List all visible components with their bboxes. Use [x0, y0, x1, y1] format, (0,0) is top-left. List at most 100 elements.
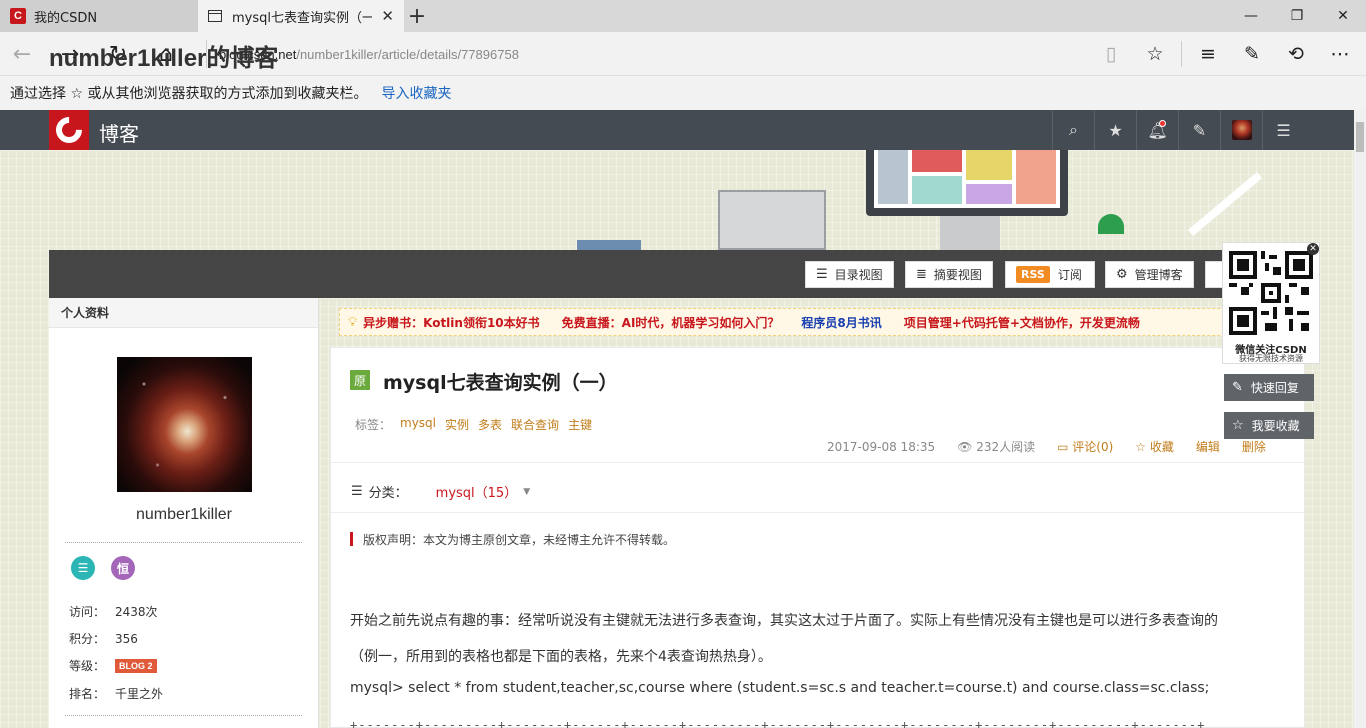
- notice-link[interactable]: 程序员8月书讯: [801, 314, 881, 331]
- expert-badge-icon[interactable]: ☰: [71, 556, 95, 580]
- sidebar-heading: 个人资料: [49, 298, 318, 328]
- url-path: /number1killer/article/details/77896758: [296, 46, 519, 62]
- tag-link[interactable]: mysql: [400, 416, 436, 433]
- csdn-nav-icons: ⌕ ★ 🔔︎ ✎ ☰: [1052, 110, 1304, 150]
- article-paragraph: 开始之前先说点有趣的事：经常听说没有主键就无法进行多表查询，其实这太过于片面了。…: [350, 613, 1218, 629]
- illustration-plant: [1098, 214, 1124, 234]
- window-controls: — ❐ ✕: [1228, 0, 1366, 32]
- notification-dot: [1159, 120, 1166, 127]
- chevron-down-icon[interactable]: ▼: [523, 487, 530, 497]
- profile-avatar[interactable]: [117, 357, 252, 492]
- edit-link[interactable]: 编辑: [1196, 438, 1220, 455]
- browser-tools: ▯ ☆ ≡ ✎ ⟲ ⋯: [1089, 38, 1362, 70]
- blog-toolbar: ☰ 目录视图 ≣ 摘要视图 RSS 订阅 ⚙ 管理博客: [49, 250, 1305, 298]
- more-icon[interactable]: ⋯: [1318, 38, 1362, 70]
- wechat-qr-box: ✕ 微信关注CSDN 获得无限技术资源: [1222, 242, 1320, 364]
- article-title[interactable]: mysql七表查询实例（一）: [383, 368, 618, 395]
- reading-view-icon[interactable]: ▯: [1089, 38, 1133, 70]
- write-icon[interactable]: ✎: [1178, 110, 1220, 150]
- category-label: 分类：: [368, 486, 408, 501]
- back-icon[interactable]: ←: [2, 38, 42, 70]
- tag-link[interactable]: 实例: [445, 416, 469, 433]
- stat-rank: 排名： 千里之外: [69, 687, 164, 701]
- star-icon[interactable]: ★: [1094, 110, 1136, 150]
- notice-link[interactable]: 免费直播：AI时代，机器学习如何入门？: [562, 314, 780, 331]
- article-tags: 标签： mysql 实例 多表 联合查询 主键: [355, 416, 592, 433]
- csdn-logo[interactable]: [49, 110, 89, 150]
- scroll-thumb[interactable]: [1356, 122, 1364, 152]
- web-note-icon[interactable]: ✎: [1230, 38, 1274, 70]
- button-label: 摘要视图: [933, 268, 982, 282]
- stat-level: 等级： BLOG 2: [69, 657, 157, 674]
- notice-link[interactable]: 异步赠书：Kotlin领衔10本好书: [363, 314, 540, 331]
- menu-icon[interactable]: ☰: [1262, 110, 1304, 150]
- button-label: 目录视图: [834, 268, 883, 282]
- illustration-shelf: [577, 240, 641, 250]
- persistence-badge-icon[interactable]: 恒: [111, 556, 135, 580]
- divider: [331, 512, 1304, 513]
- tab-my-csdn[interactable]: C 我的CSDN: [0, 0, 198, 32]
- button-label: 我要收藏: [1251, 419, 1300, 433]
- minimize-icon[interactable]: —: [1228, 0, 1274, 32]
- quick-reply-button[interactable]: ✎ 快速回复: [1224, 374, 1314, 401]
- delete-link[interactable]: 删除: [1242, 438, 1266, 455]
- csdn-brand[interactable]: 博客: [99, 118, 139, 147]
- user-avatar[interactable]: [1220, 110, 1262, 150]
- close-icon[interactable]: ✕: [1307, 243, 1319, 255]
- collect-button[interactable]: ☆ 我要收藏: [1224, 412, 1314, 439]
- post-date: 2017-09-08 18:35: [827, 439, 936, 454]
- csdn-top-nav: 博客 ⌕ ★ 🔔︎ ✎ ☰: [0, 110, 1354, 150]
- page-scrollbar[interactable]: [1354, 110, 1366, 728]
- category-link[interactable]: mysql（15）: [436, 482, 518, 501]
- bell-icon[interactable]: 🔔︎: [1136, 110, 1178, 150]
- close-window-icon[interactable]: ✕: [1320, 0, 1366, 32]
- divider: [65, 542, 302, 543]
- summary-view-button[interactable]: ≣ 摘要视图: [905, 261, 993, 288]
- tab-article[interactable]: mysql七表查询实例（一 ✕: [198, 0, 404, 32]
- tags-label: 标签：: [355, 418, 392, 432]
- browser-tab-bar: C 我的CSDN mysql七表查询实例（一 ✕ + — ❐ ✕: [0, 0, 1366, 32]
- article-paragraph: （例一，所用到的表格也都是下面的表格，先来个4表查询热热身）。: [350, 649, 772, 665]
- article-meta: 2017-09-08 18:35 👁︎ 232人阅读 ▭ 评论(0) ☆ 收藏 …: [827, 438, 1288, 455]
- level-badge[interactable]: BLOG 2: [115, 658, 157, 673]
- blog-banner: [0, 150, 1354, 250]
- catalog-view-button[interactable]: ☰ 目录视图: [805, 261, 894, 288]
- profile-username[interactable]: number1killer: [49, 506, 319, 524]
- notice-bar: 💡︎ 异步赠书：Kotlin领衔10本好书 免费直播：AI时代，机器学习如何入门…: [339, 308, 1305, 336]
- import-favorites-link[interactable]: 导入收藏夹: [381, 83, 451, 103]
- divider: [331, 462, 1304, 463]
- table-border: +-------+---------+-------+------+------…: [350, 718, 1206, 728]
- stat-points: 积分： 356: [69, 631, 138, 647]
- new-tab-button[interactable]: +: [404, 0, 430, 32]
- favorites-bar: 通过选择 ☆ 或从其他浏览器获取的方式添加到收藏夹栏。 导入收藏夹: [0, 76, 1366, 110]
- star-icon: ☆: [1135, 440, 1150, 454]
- copyright-notice: 版权声明：本文为博主原创文章，未经博主允许不得转载。: [350, 532, 675, 547]
- blog-title[interactable]: number1killer的博客: [49, 38, 278, 73]
- share-icon[interactable]: ⟲: [1274, 38, 1318, 70]
- comments-link[interactable]: ▭ 评论(0): [1057, 438, 1113, 455]
- button-label: 快速回复: [1250, 381, 1299, 395]
- search-icon[interactable]: ⌕: [1052, 110, 1094, 150]
- sql-statement: mysql> select * from student,teacher,sc,…: [350, 680, 1210, 696]
- tag-link[interactable]: 多表: [478, 416, 502, 433]
- summary-icon: ≣: [916, 267, 927, 282]
- divider: [65, 715, 302, 716]
- close-tab-icon[interactable]: ✕: [381, 7, 394, 25]
- favorite-link[interactable]: ☆ 收藏: [1135, 438, 1174, 455]
- illustration-stand: [940, 216, 1000, 250]
- tag-link[interactable]: 主键: [568, 416, 592, 433]
- notice-link[interactable]: 项目管理+代码托管+文档协作，开发更流畅: [904, 314, 1140, 331]
- subscribe-button[interactable]: RSS 订阅: [1005, 261, 1095, 288]
- manage-blog-button[interactable]: ⚙ 管理博客: [1105, 261, 1194, 288]
- list-icon: ☰: [816, 267, 828, 282]
- tag-link[interactable]: 联合查询: [511, 416, 559, 433]
- illustration-server: [718, 190, 826, 250]
- csdn-favicon-icon: C: [10, 8, 26, 24]
- button-label: 管理博客: [1134, 268, 1183, 282]
- url-input[interactable]: blog.csdn.net/number1killer/article/deta…: [206, 40, 1086, 68]
- restore-icon[interactable]: ❐: [1274, 0, 1320, 32]
- favorite-star-icon[interactable]: ☆: [1133, 38, 1177, 70]
- hub-icon[interactable]: ≡: [1186, 38, 1230, 70]
- lightbulb-icon: 💡︎: [348, 314, 358, 330]
- list-icon: ☰: [351, 484, 363, 499]
